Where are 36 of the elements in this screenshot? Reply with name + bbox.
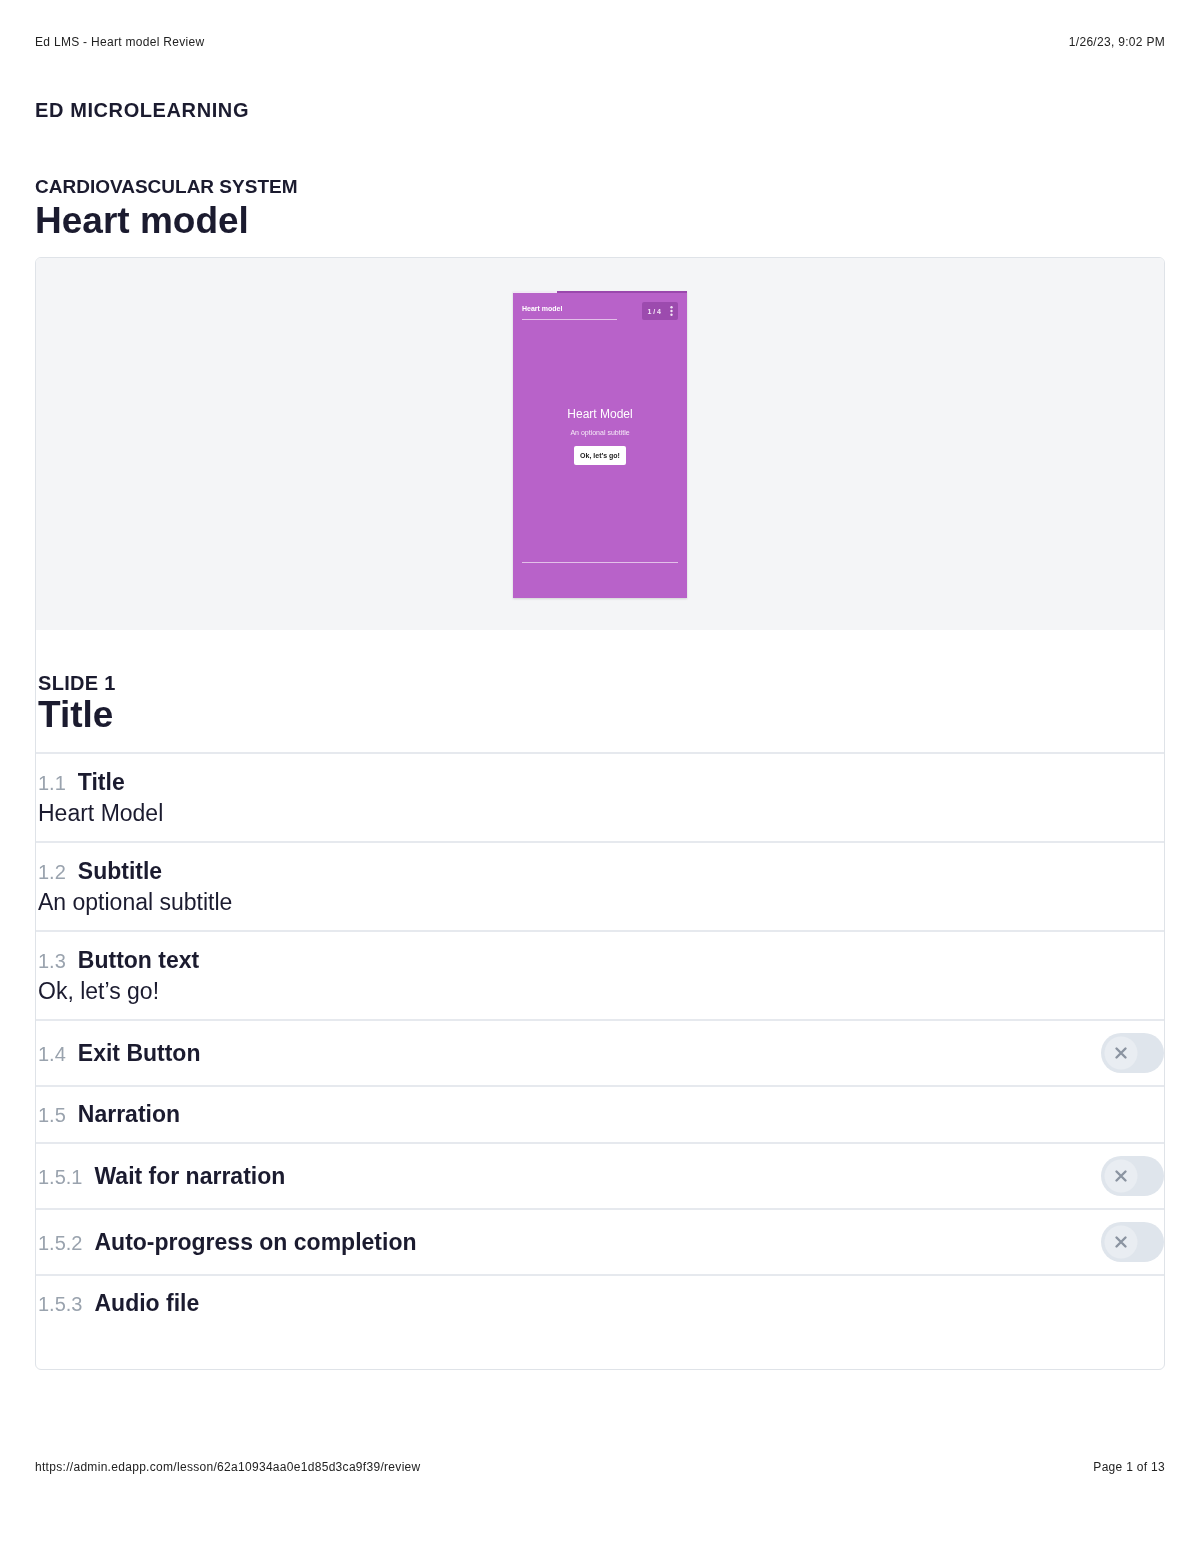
toggle-switch[interactable] [1101,1222,1164,1262]
lesson-title: Heart model [35,201,249,241]
field-label: Audio file [94,1289,200,1318]
field-label: Wait for narration [94,1161,286,1191]
knob-cross-icon [1104,1036,1138,1070]
field-label: Exit Button [77,1038,201,1068]
field-number: 1.5.3 [38,1292,83,1317]
print-footer-page: Page 1 of 13 [1093,1459,1165,1475]
field-label: Title [77,768,125,797]
preview-title: Heart Model [567,407,633,422]
print-header-title: Ed LMS - Heart model Review [35,34,205,50]
knob-cross-icon [1104,1159,1138,1193]
print-footer-url: https://admin.edapp.com/lesson/62a10934aa0e1d85d3ca9f39/review [35,1459,421,1475]
field-value: An optional subtitle [38,888,233,917]
field-label: Subtitle [77,857,163,886]
brand-label: ED MICROLEARNING [35,98,250,122]
field-number: 1.5 [38,1103,66,1128]
more-options-icon[interactable] [670,306,673,316]
field-number: 1.5.1 [38,1164,83,1190]
field-number: 1.5.2 [38,1230,83,1256]
course-label: CARDIOVASCULAR SYSTEM [35,176,298,198]
slide-title: Title [38,695,114,735]
toggle-switch[interactable] [1101,1033,1164,1073]
knob-cross-icon [1104,1225,1138,1259]
field-number: 1.3 [38,949,66,974]
field-label: Button text [77,946,200,975]
field-value: Heart Model [38,799,164,828]
field-number: 1.4 [38,1041,66,1067]
field-value: Ok, let’s go! [38,977,160,1006]
slide-label: SLIDE 1 [38,671,116,695]
field-label: Narration [77,1100,181,1129]
field-label: Auto-progress on completion [94,1227,417,1257]
field-number: 1.1 [38,771,66,796]
print-header-date: 1/26/23, 9:02 PM [1068,34,1165,50]
toggle-switch[interactable] [1101,1156,1164,1196]
field-number: 1.2 [38,860,66,885]
